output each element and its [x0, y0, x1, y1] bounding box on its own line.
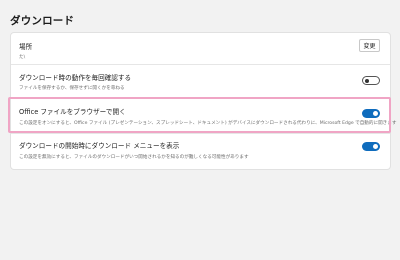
office-in-browser-description: この設定をオンにすると、Office ファイル (プレゼンテーション、スプレッド…: [19, 121, 397, 126]
show-menu-description: この設定を無効にすると、ファイルのダウンロードがいつ開始されるかを知るのが難しく…: [19, 155, 249, 160]
show-menu-title: ダウンロードの開始時にダウンロード メニューを表示: [19, 142, 180, 150]
show-menu-toggle[interactable]: [362, 142, 380, 151]
office-in-browser-toggle[interactable]: [362, 109, 380, 118]
toggle-knob: [373, 111, 378, 116]
show-menu-row: ダウンロードの開始時にダウンロード メニューを表示 この設定を無効にすると、ファ…: [11, 134, 390, 168]
office-in-browser-title: Office ファイルをブラウザーで開く: [19, 108, 126, 116]
ask-each-time-row: ダウンロード時の動作を毎回確認する ファイルを保存するか、保存せずに開くかを尋ね…: [11, 65, 390, 97]
location-row: 場所 た\ 変更: [11, 33, 390, 63]
download-settings-card: 場所 た\ 変更 ダウンロード時の動作を毎回確認する ファイルを保存するか、保存…: [10, 32, 396, 170]
toggle-knob: [365, 78, 369, 83]
ask-each-time-description: ファイルを保存するか、保存せずに開くかを尋ねる: [19, 86, 125, 91]
ask-each-time-toggle[interactable]: [362, 76, 380, 85]
toggle-knob: [373, 144, 378, 149]
change-location-button[interactable]: 変更: [359, 39, 380, 52]
location-title: 場所: [19, 43, 33, 51]
ask-each-time-title: ダウンロード時の動作を毎回確認する: [19, 74, 132, 82]
office-in-browser-row: Office ファイルをブラウザーで開く この設定をオンにすると、Office …: [11, 98, 396, 132]
page-title: ダウンロード: [10, 15, 75, 27]
location-path: た\: [19, 55, 26, 60]
